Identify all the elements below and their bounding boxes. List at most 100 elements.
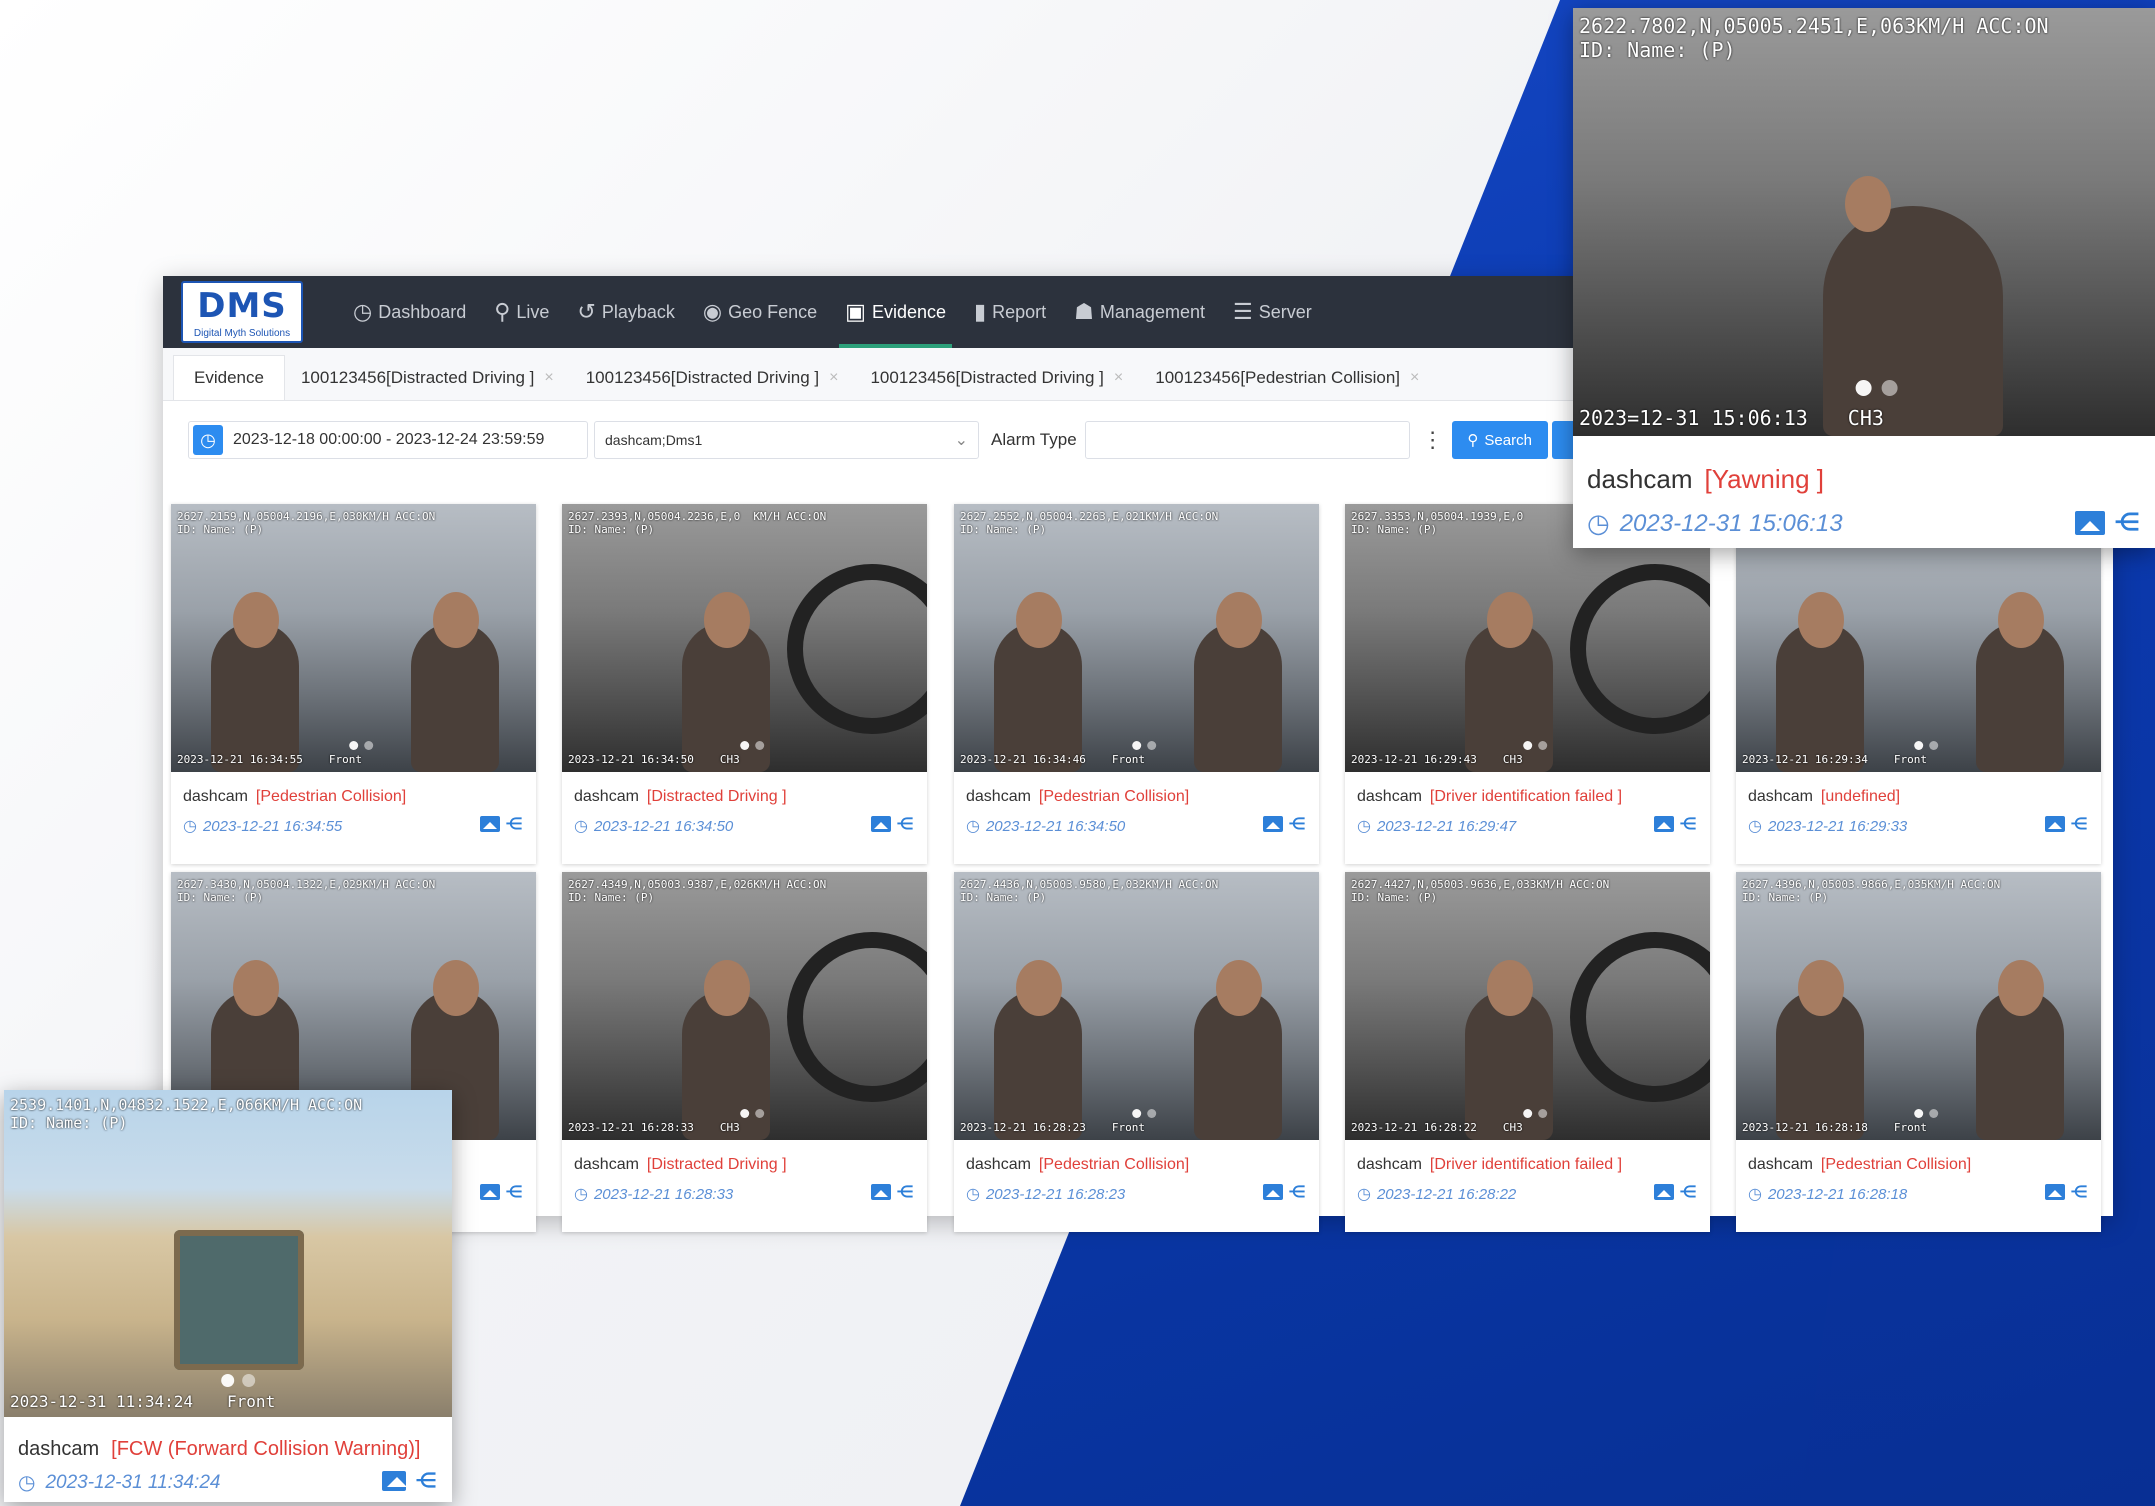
carousel-dot[interactable]: [1537, 1109, 1547, 1118]
carousel-dot[interactable]: [1522, 741, 1532, 750]
evidence-card[interactable]: 2627.4427,N,05003.9636,E,033KM/H ACC:ON …: [1345, 872, 1710, 1232]
evidence-card[interactable]: 2627.4436,N,05003.9580,E,032KM/H ACC:ON …: [954, 872, 1319, 1232]
close-icon[interactable]: ×: [1410, 369, 1419, 387]
share-icon[interactable]: ⋲: [897, 1182, 913, 1202]
carousel-dot[interactable]: [754, 741, 764, 750]
tab-evidence[interactable]: Evidence: [173, 355, 285, 400]
carousel-dots[interactable]: [1131, 1109, 1156, 1118]
carousel-dot[interactable]: [1131, 741, 1141, 750]
evidence-thumbnail[interactable]: 2627.4349,N,05003.9387,E,026KM/H ACC:ON …: [562, 872, 927, 1140]
image-icon[interactable]: [1263, 816, 1283, 832]
device-select[interactable]: dashcam;Dms1 ⌄: [594, 421, 979, 459]
evidence-thumbnail[interactable]: 2627.4396,N,05003.9866,E,035KM/H ACC:ON …: [1736, 872, 2101, 1140]
nav-geo-fence[interactable]: ◉ Geo Fence: [689, 276, 831, 348]
evidence-thumbnail[interactable]: 2627.4427,N,05003.9636,E,033KM/H ACC:ON …: [1345, 872, 1710, 1140]
carousel-dot[interactable]: [1146, 1109, 1156, 1118]
tab-alarm-1[interactable]: 100123456[Distracted Driving ] ×: [285, 356, 570, 400]
share-icon[interactable]: ⋲: [897, 814, 913, 834]
carousel-dots[interactable]: [739, 741, 764, 750]
close-icon[interactable]: ×: [544, 369, 553, 387]
carousel-dot[interactable]: [221, 1374, 235, 1387]
carousel-dot[interactable]: [242, 1374, 256, 1387]
carousel-dot[interactable]: [739, 741, 749, 750]
carousel-dots[interactable]: [1913, 741, 1938, 750]
evidence-card[interactable]: 2627.2393,N,05004.2236,E,0 KM/H ACC:ON I…: [562, 504, 927, 864]
evidence-card[interactable]: 2023-12-21 16:29:34 Front dashcam [undefine…: [1736, 504, 2101, 864]
logo[interactable]: DMS Digital Myth Solutions: [181, 281, 303, 343]
carousel-dot[interactable]: [348, 741, 358, 750]
carousel-dot[interactable]: [1913, 741, 1923, 750]
share-icon[interactable]: ⋲: [416, 1468, 436, 1493]
image-icon[interactable]: [1654, 1184, 1674, 1200]
evidence-thumbnail[interactable]: 2627.2393,N,05004.2236,E,0 KM/H ACC:ON I…: [562, 504, 927, 772]
carousel-dot[interactable]: [1537, 741, 1547, 750]
yawning-evidence-popup[interactable]: 2622.7802,N,05005.2451,E,063KM/H ACC:ON …: [1573, 8, 2155, 548]
evidence-thumbnail[interactable]: 2627.2159,N,05004.2196,E,030KM/H ACC:ON …: [171, 504, 536, 772]
carousel-dots[interactable]: [348, 741, 373, 750]
fcw-evidence-popup[interactable]: 2539.1401,N,04832.1522,E,066KM/H ACC:ON …: [4, 1090, 452, 1502]
carousel-dot[interactable]: [1146, 741, 1156, 750]
carousel-dots[interactable]: [1131, 741, 1156, 750]
evidence-thumbnail[interactable]: 2627.4436,N,05003.9580,E,032KM/H ACC:ON …: [954, 872, 1319, 1140]
share-icon[interactable]: ⋲: [1680, 814, 1696, 834]
carousel-dot[interactable]: [739, 1109, 749, 1118]
nav-playback[interactable]: ↺ Playback: [563, 276, 688, 348]
image-icon[interactable]: [1654, 816, 1674, 832]
carousel-dot[interactable]: [1522, 1109, 1532, 1118]
more-options-icon[interactable]: ⋮: [1422, 427, 1444, 453]
share-icon[interactable]: ⋲: [2071, 1182, 2087, 1202]
tab-alarm-2[interactable]: 100123456[Distracted Driving ] ×: [570, 356, 855, 400]
share-icon[interactable]: ⋲: [506, 1182, 522, 1202]
evidence-card[interactable]: 2627.4349,N,05003.9387,E,026KM/H ACC:ON …: [562, 872, 927, 1232]
evidence-card[interactable]: 2627.4396,N,05003.9866,E,035KM/H ACC:ON …: [1736, 872, 2101, 1232]
carousel-dots[interactable]: [1522, 741, 1547, 750]
share-icon[interactable]: ⋲: [2115, 508, 2139, 537]
image-icon[interactable]: [480, 1184, 500, 1200]
carousel-dot[interactable]: [1928, 1109, 1938, 1118]
image-icon[interactable]: [480, 816, 500, 832]
nav-evidence[interactable]: ▣ Evidence: [831, 276, 960, 348]
carousel-dot[interactable]: [1131, 1109, 1141, 1118]
share-icon[interactable]: ⋲: [1289, 1182, 1305, 1202]
carousel-dot[interactable]: [363, 741, 373, 750]
carousel-dots[interactable]: [1913, 1109, 1938, 1118]
carousel-dot[interactable]: [754, 1109, 764, 1118]
image-icon[interactable]: [2045, 816, 2065, 832]
image-icon[interactable]: [871, 816, 891, 832]
image-icon[interactable]: [871, 1184, 891, 1200]
search-button[interactable]: ⚲ Search: [1451, 421, 1548, 459]
evidence-card[interactable]: 2627.2159,N,05004.2196,E,030KM/H ACC:ON …: [171, 504, 536, 864]
tab-alarm-4[interactable]: 100123456[Pedestrian Collision] ×: [1139, 356, 1435, 400]
nav-live[interactable]: ⚲ Live: [480, 276, 563, 348]
tab-alarm-3[interactable]: 100123456[Distracted Driving ] ×: [854, 356, 1139, 400]
carousel-dots[interactable]: [1855, 380, 1898, 396]
carousel-dot[interactable]: [1855, 380, 1872, 396]
evidence-card[interactable]: 2627.3353,N,05004.1939,E,0 ID: Name: (P)…: [1345, 504, 1710, 864]
nav-server[interactable]: ☰ Server: [1219, 276, 1326, 348]
alarm-type-input[interactable]: [1084, 421, 1410, 459]
evidence-thumbnail[interactable]: 2539.1401,N,04832.1522,E,066KM/H ACC:ON …: [4, 1090, 452, 1417]
carousel-dots[interactable]: [221, 1374, 256, 1387]
share-icon[interactable]: ⋲: [1289, 814, 1305, 834]
evidence-thumbnail[interactable]: 2622.7802,N,05005.2451,E,063KM/H ACC:ON …: [1573, 8, 2155, 436]
carousel-dots[interactable]: [739, 1109, 764, 1118]
evidence-thumbnail[interactable]: 2627.2552,N,05004.2263,E,021KM/H ACC:ON …: [954, 504, 1319, 772]
close-icon[interactable]: ×: [829, 369, 838, 387]
carousel-dot[interactable]: [1881, 380, 1898, 396]
nav-dashboard[interactable]: ◷ Dashboard: [339, 276, 480, 348]
close-icon[interactable]: ×: [1114, 369, 1123, 387]
share-icon[interactable]: ⋲: [2071, 814, 2087, 834]
nav-report[interactable]: ▮ Report: [960, 276, 1060, 348]
carousel-dots[interactable]: [1522, 1109, 1547, 1118]
carousel-dot[interactable]: [1913, 1109, 1923, 1118]
carousel-dot[interactable]: [1928, 741, 1938, 750]
date-range-picker[interactable]: ◷ 2023-12-18 00:00:00 - 2023-12-24 23:59…: [188, 421, 588, 459]
image-icon[interactable]: [2045, 1184, 2065, 1200]
nav-management[interactable]: ☗ Management: [1060, 276, 1219, 348]
image-icon[interactable]: [2075, 510, 2105, 535]
image-icon[interactable]: [1263, 1184, 1283, 1200]
share-icon[interactable]: ⋲: [506, 814, 522, 834]
share-icon[interactable]: ⋲: [1680, 1182, 1696, 1202]
evidence-card[interactable]: 2627.2552,N,05004.2263,E,021KM/H ACC:ON …: [954, 504, 1319, 864]
image-icon[interactable]: [382, 1470, 407, 1491]
